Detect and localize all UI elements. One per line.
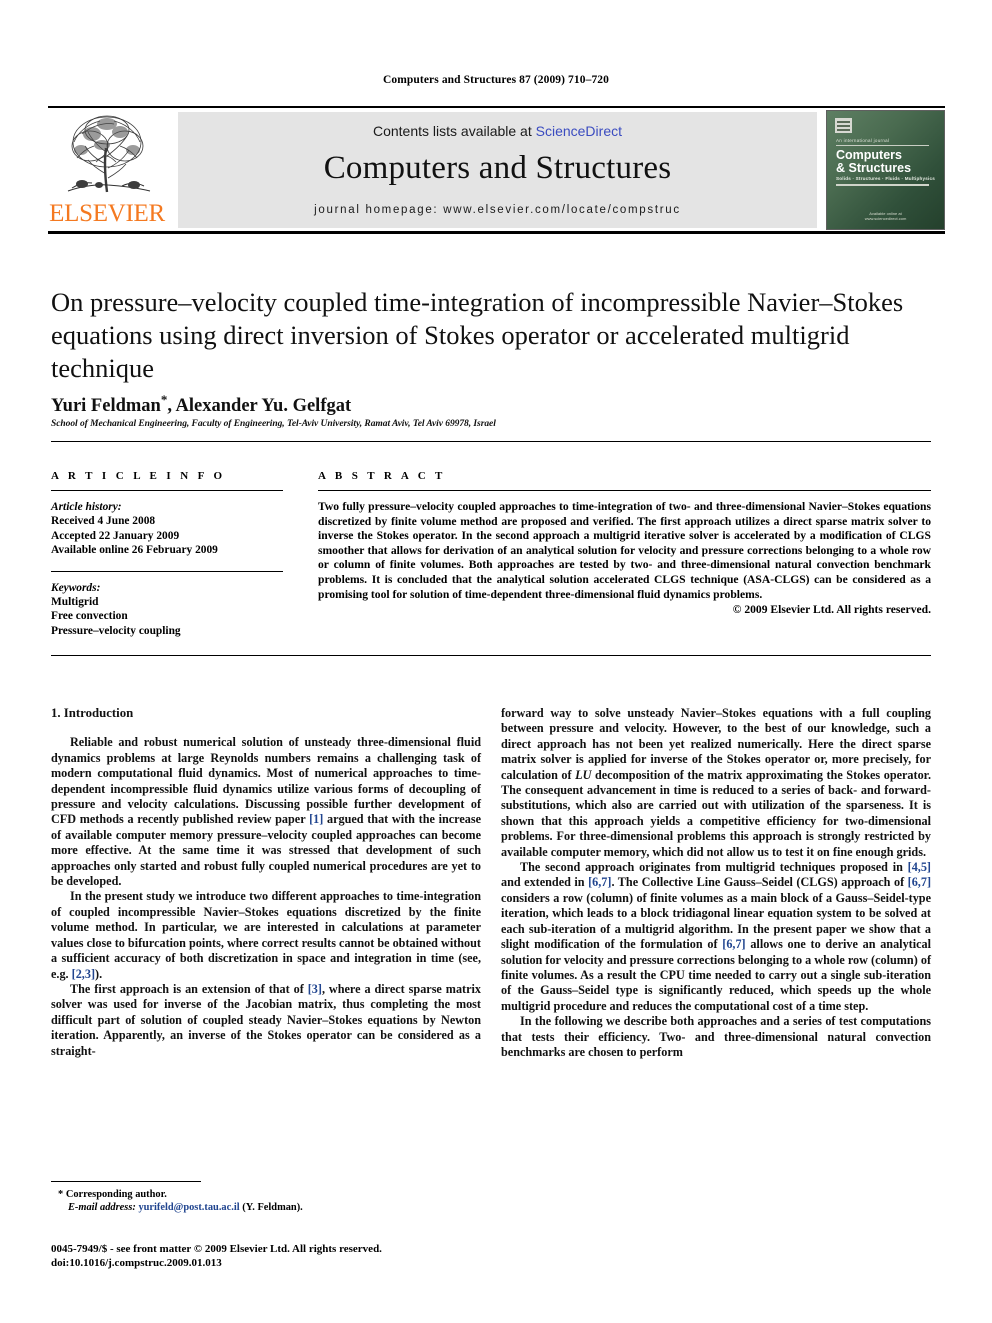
cover-kicker: An international journal bbox=[836, 138, 890, 143]
journal-title: Computers and Structures bbox=[323, 150, 672, 186]
footnote-rule bbox=[51, 1181, 201, 1182]
body-column-right: forward way to solve unsteady Navier–Sto… bbox=[501, 706, 931, 1060]
article-history-label: Article history: bbox=[51, 501, 122, 513]
article-history-block: Article history: Received 4 June 2008 Ac… bbox=[51, 500, 283, 558]
article-history-online: Available online 26 February 2009 bbox=[51, 544, 218, 557]
paragraph: The second approach originates from mult… bbox=[501, 860, 931, 1014]
paragraph-text: ). bbox=[95, 966, 103, 981]
citation-ref[interactable]: [6,7] bbox=[722, 937, 745, 951]
citation-ref[interactable]: [6,7] bbox=[908, 875, 931, 889]
paragraph-text: and extended in bbox=[501, 875, 589, 890]
abstract-bottom-rule bbox=[51, 655, 931, 656]
section-heading-introduction: 1. Introduction bbox=[51, 706, 134, 720]
author-first: Yuri Feldman bbox=[51, 396, 161, 417]
abstract-heading: A B S T R A C T bbox=[318, 470, 446, 482]
article-info-rule bbox=[51, 490, 283, 491]
article-info-heading: A R T I C L E I N F O bbox=[51, 470, 226, 482]
abstract-column: A B S T R A C T Two fully pressure–veloc… bbox=[318, 470, 931, 616]
footnote-marker: * bbox=[58, 1189, 64, 1200]
citation-ref[interactable]: [4,5] bbox=[908, 860, 931, 874]
keywords-rule bbox=[51, 570, 283, 572]
elsevier-logo: ELSEVIER bbox=[48, 112, 166, 228]
cover-subtitle: Solids · Structures · Fluids · Multiphys… bbox=[836, 176, 935, 181]
citation-ref[interactable]: [2,3] bbox=[72, 967, 95, 981]
abstract-text: Two fully pressure–velocity coupled appr… bbox=[318, 500, 931, 601]
keyword-item: Free convection bbox=[51, 610, 128, 623]
cover-divider-bottom bbox=[836, 184, 929, 186]
elsevier-wordmark: ELSEVIER bbox=[49, 200, 165, 227]
paragraph: In the present study we introduce two di… bbox=[51, 889, 481, 981]
contents-available-line: Contents lists available at ScienceDirec… bbox=[178, 123, 817, 139]
cover-title-line1: Computers bbox=[836, 148, 902, 162]
corresponding-author-note: * Corresponding author. bbox=[58, 1188, 478, 1201]
email-note: E-mail address: yurifeld@post.tau.ac.il … bbox=[58, 1201, 478, 1214]
issn-line: 0045-7949/$ - see front matter © 2009 El… bbox=[51, 1243, 382, 1255]
email-owner: (Y. Feldman). bbox=[242, 1202, 303, 1213]
masthead-banner: Contents lists available at ScienceDirec… bbox=[178, 112, 817, 228]
keyword-item: Multigrid bbox=[51, 596, 99, 609]
cover-divider-top bbox=[836, 145, 929, 146]
author-rest: , Alexander Yu. Gelfgat bbox=[167, 396, 352, 417]
article-info-column: A R T I C L E I N F O Article history: R… bbox=[51, 470, 283, 638]
journal-cover-thumbnail: An international journal Computers & Stru… bbox=[826, 110, 945, 230]
paper-page: Computers and Structures 87 (2009) 710–7… bbox=[0, 0, 992, 1323]
running-head: Computers and Structures 87 (2009) 710–7… bbox=[383, 74, 609, 86]
author-affiliation: School of Mechanical Engineering, Facult… bbox=[51, 419, 496, 429]
paragraph: Reliable and robust numerical solution o… bbox=[51, 735, 481, 889]
keywords-block: Keywords: Multigrid Free convection Pres… bbox=[51, 581, 283, 639]
keywords-label: Keywords: bbox=[51, 581, 101, 594]
email-link[interactable]: yurifeld@post.tau.ac.il bbox=[138, 1202, 239, 1213]
paragraph: In the following we describe both approa… bbox=[501, 1014, 931, 1059]
abstract-rule bbox=[318, 490, 931, 491]
article-title: On pressure–velocity coupled time-integr… bbox=[51, 287, 904, 383]
footnote-block: * Corresponding author. E-mail address: … bbox=[58, 1188, 478, 1214]
paragraph-text: . The Collective Line Gauss–Seidel (CLGS… bbox=[611, 875, 908, 890]
paragraph: The first approach is an extension of th… bbox=[51, 982, 481, 1059]
article-history-received: Received 4 June 2008 bbox=[51, 515, 156, 528]
footnote-text: Corresponding author. bbox=[65, 1189, 167, 1200]
author-list: Yuri Feldman*, Alexander Yu. Gelfgat bbox=[51, 392, 931, 417]
masthead-bottom-rule bbox=[48, 231, 945, 234]
journal-homepage-line[interactable]: journal homepage: www.elsevier.com/locat… bbox=[178, 204, 817, 216]
italic-term: LU bbox=[575, 767, 592, 782]
body-column-left: 1. Introduction Reliable and robust nume… bbox=[51, 706, 481, 1059]
abstract-copyright: © 2009 Elsevier Ltd. All rights reserved… bbox=[732, 603, 931, 617]
cover-footer: Available online at www.sciencedirect.com bbox=[827, 211, 944, 221]
paragraph-text: The second approach originates from mult… bbox=[520, 860, 908, 875]
doi-line[interactable]: doi:10.1016/j.compstruc.2009.01.013 bbox=[51, 1256, 531, 1270]
masthead-top-rule bbox=[48, 106, 945, 108]
citation-ref[interactable]: [6,7] bbox=[588, 875, 611, 889]
citation-ref[interactable]: [3] bbox=[308, 982, 322, 996]
citation-ref[interactable]: [1] bbox=[309, 812, 323, 826]
journal-masthead: ELSEVIER Contents lists available at Sci… bbox=[48, 106, 945, 234]
paragraph-text: The first approach is an extension of th… bbox=[70, 981, 308, 996]
paragraph: forward way to solve unsteady Navier–Sto… bbox=[501, 706, 931, 860]
footer-block: 0045-7949/$ - see front matter © 2009 El… bbox=[51, 1242, 531, 1270]
sciencedirect-link[interactable]: ScienceDirect bbox=[536, 123, 622, 139]
keyword-item: Pressure–velocity coupling bbox=[51, 624, 181, 637]
cover-title-line2: & Structures bbox=[836, 161, 912, 175]
title-block-rule bbox=[51, 441, 931, 442]
cover-title: Computers & Structures bbox=[836, 149, 911, 175]
cover-footer-line2: www.sciencedirect.com bbox=[864, 216, 907, 221]
contents-prefix: Contents lists available at bbox=[372, 123, 536, 139]
elsevier-tree-icon bbox=[52, 112, 162, 200]
email-label: E-mail address: bbox=[68, 1202, 136, 1213]
cover-publisher-icon bbox=[835, 118, 852, 133]
paragraph-text: In the present study we introduce two di… bbox=[51, 889, 481, 981]
article-history-accepted: Accepted 22 January 2009 bbox=[51, 529, 180, 542]
